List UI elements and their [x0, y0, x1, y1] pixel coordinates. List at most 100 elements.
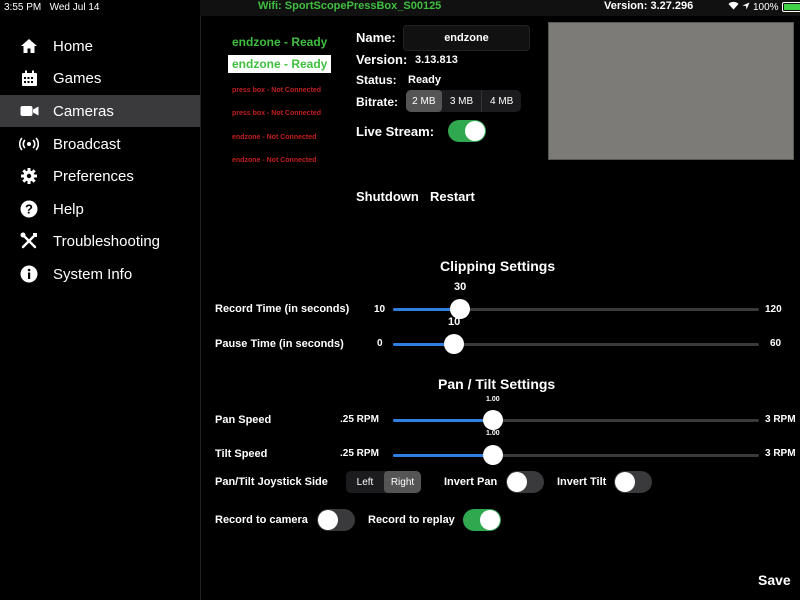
tilt-speed-min: .25 RPM — [340, 448, 379, 459]
live-stream-toggle[interactable] — [448, 120, 486, 142]
status-time-date: 3:55 PM Wed Jul 14 — [4, 2, 99, 13]
pause-time-label: Pause Time (in seconds) — [215, 338, 344, 350]
toggle-knob — [318, 510, 338, 530]
invert-pan-toggle[interactable] — [506, 471, 544, 493]
pause-time-min: 0 — [377, 338, 383, 349]
bitrate-segmented-control: 2 MB 3 MB 4 MB — [406, 90, 521, 112]
camera-list-item-selected[interactable]: endzone - Ready — [228, 55, 332, 73]
calendar-icon — [19, 68, 39, 88]
svg-text:?: ? — [25, 202, 33, 217]
restart-button[interactable]: Restart — [430, 189, 475, 204]
sidebar-item-broadcast[interactable]: Broadcast — [0, 128, 200, 160]
tools-icon — [19, 231, 39, 251]
tilt-speed-max: 3 RPM — [765, 448, 796, 459]
invert-tilt-toggle[interactable] — [614, 471, 652, 493]
version-label: Version: — [356, 52, 408, 67]
camera-list-item[interactable]: endzone - Ready — [232, 35, 327, 49]
status-time: 3:55 PM — [4, 2, 42, 13]
pause-time-value: 10 — [448, 316, 461, 328]
record-time-max: 120 — [765, 304, 782, 315]
tilt-speed-value: 1.00 — [486, 430, 500, 437]
joystick-option-right[interactable]: Right — [384, 471, 421, 493]
location-icon — [742, 2, 750, 13]
pause-time-max: 60 — [770, 338, 782, 349]
record-time-value: 30 — [454, 281, 467, 293]
wifi-icon — [728, 1, 739, 13]
sidebar-item-help[interactable]: ? Help — [0, 193, 200, 225]
camera-list-item[interactable]: endzone - Not Connected — [232, 157, 316, 164]
bitrate-label: Bitrate: — [356, 95, 399, 109]
sidebar: Home Games Cameras Broadcast Preferences… — [0, 16, 201, 600]
app-version: Version: 3.27.296 — [604, 0, 694, 12]
sidebar-item-games[interactable]: Games — [0, 62, 200, 94]
shutdown-button[interactable]: Shutdown — [356, 189, 419, 204]
camera-list-item[interactable]: endzone - Not Connected — [232, 134, 316, 141]
save-button[interactable]: Save — [758, 572, 791, 588]
sidebar-item-label: Games — [53, 69, 102, 87]
bitrate-option-3mb[interactable]: 3 MB — [442, 90, 483, 112]
info-icon — [19, 264, 39, 284]
sidebar-item-preferences[interactable]: Preferences — [0, 160, 200, 192]
pan-speed-label: Pan Speed — [215, 414, 272, 426]
version-value: 3.13.813 — [415, 54, 458, 66]
pan-speed-max: 3 RPM — [765, 414, 796, 425]
tilt-speed-slider[interactable] — [393, 445, 759, 465]
help-icon: ? — [19, 199, 39, 219]
sidebar-item-label: Broadcast — [53, 135, 121, 153]
camera-list-item[interactable]: press box - Not Connected — [232, 110, 321, 117]
camera-name-field[interactable]: endzone — [403, 25, 530, 51]
toggle-knob — [507, 472, 527, 492]
gear-icon — [19, 166, 39, 186]
toggle-knob — [480, 510, 500, 530]
broadcast-icon — [19, 134, 39, 154]
pan-tilt-settings-title: Pan / Tilt Settings — [438, 376, 556, 392]
status-label: Status: — [356, 73, 397, 87]
slider-fill — [393, 419, 493, 422]
camera-preview — [548, 22, 794, 160]
slider-thumb[interactable] — [444, 334, 464, 354]
joystick-option-left[interactable]: Left — [346, 471, 384, 493]
record-time-min: 10 — [374, 304, 386, 315]
joystick-side-label: Pan/Tilt Joystick Side — [215, 476, 328, 488]
record-time-slider[interactable] — [393, 299, 759, 319]
toggle-knob — [615, 472, 635, 492]
slider-thumb[interactable] — [483, 410, 503, 430]
status-date: Wed Jul 14 — [49, 2, 100, 13]
camera-icon — [19, 101, 39, 121]
wifi-label: Wifi: SportScopePressBox_S00125 — [258, 0, 442, 12]
pause-time-slider[interactable] — [393, 334, 759, 354]
home-icon — [19, 36, 39, 56]
sidebar-item-label: Cameras — [53, 102, 114, 120]
pan-speed-slider[interactable] — [393, 410, 759, 430]
live-stream-label: Live Stream: — [356, 124, 435, 139]
pan-speed-value: 1.00 — [486, 396, 500, 403]
sidebar-item-label: Help — [53, 200, 84, 218]
slider-fill — [393, 454, 493, 457]
sidebar-item-label: Preferences — [53, 167, 134, 185]
record-to-camera-toggle[interactable] — [317, 509, 355, 531]
clipping-settings-title: Clipping Settings — [440, 258, 556, 274]
status-icons: 100% — [728, 1, 800, 13]
sidebar-item-system-info[interactable]: System Info — [0, 258, 200, 290]
pan-speed-min: .25 RPM — [340, 414, 379, 425]
bitrate-option-2mb[interactable]: 2 MB — [406, 90, 442, 112]
status-value: Ready — [408, 74, 442, 86]
sidebar-item-troubleshooting[interactable]: Troubleshooting — [0, 225, 200, 257]
tilt-speed-label: Tilt Speed — [215, 448, 268, 460]
battery-percent: 100% — [753, 1, 779, 13]
bitrate-option-4mb[interactable]: 4 MB — [482, 90, 521, 112]
sidebar-item-label: Troubleshooting — [53, 232, 161, 250]
name-label: Name: — [356, 30, 396, 45]
sidebar-item-cameras[interactable]: Cameras — [0, 95, 200, 127]
slider-thumb[interactable] — [483, 445, 503, 465]
record-to-replay-toggle[interactable] — [463, 509, 501, 531]
joystick-side-segmented-control: Left Right — [346, 471, 421, 493]
record-to-camera-label: Record to camera — [215, 514, 308, 526]
sidebar-item-label: System Info — [53, 265, 133, 283]
sidebar-item-home[interactable]: Home — [0, 30, 200, 62]
invert-pan-label: Invert Pan — [444, 476, 498, 488]
battery-icon — [781, 2, 800, 12]
camera-list-item[interactable]: press box - Not Connected — [232, 87, 321, 94]
sidebar-item-label: Home — [53, 37, 94, 55]
invert-tilt-label: Invert Tilt — [557, 476, 607, 488]
